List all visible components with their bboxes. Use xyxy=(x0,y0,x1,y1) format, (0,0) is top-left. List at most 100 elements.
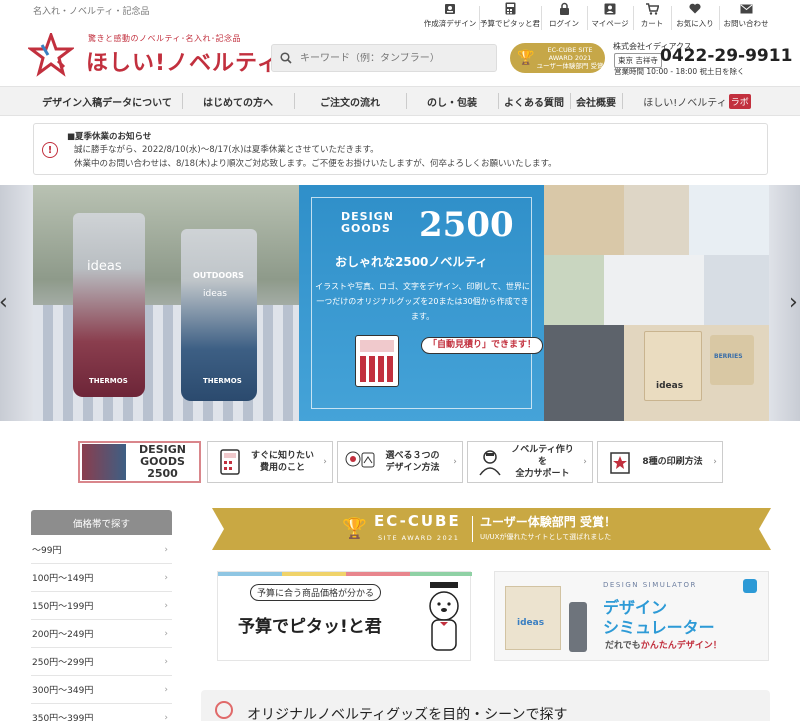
alert-icon: ! xyxy=(42,142,58,158)
util-favorites[interactable]: お気に入り xyxy=(672,2,718,34)
simulator-label: DESIGN SIMULATOR xyxy=(603,581,697,589)
chevron-right-icon: › xyxy=(164,628,168,639)
util-login[interactable]: ログイン xyxy=(542,2,586,34)
price-range-item[interactable]: 150円～199円 › xyxy=(31,592,172,620)
search-input[interactable] xyxy=(300,52,490,64)
design-simulator-banner[interactable]: ideas DESIGN SIMULATOR デザイン シミュレーター だれでも… xyxy=(494,571,769,661)
price-range-item[interactable]: 300円～349円 › xyxy=(31,676,172,704)
wood-goods-image xyxy=(544,185,624,255)
site-tagline: 名入れ・ノベルティ・記念品 xyxy=(33,7,150,17)
stripe-blue xyxy=(218,572,282,576)
feature-label: DESIGN GOODS 2500 xyxy=(139,443,186,480)
lock-icon xyxy=(558,2,571,15)
logo-text[interactable]: ほしい!ノベルティ xyxy=(86,45,280,77)
chevron-right-icon: › xyxy=(164,712,168,721)
tumbler-blue-image xyxy=(181,229,257,401)
notice-box: ! ■夏季休業のお知らせ 誠に勝手ながら、2022/8/10(水)～8/17(水… xyxy=(33,123,768,175)
nav-labo[interactable]: ほしい!ノベルティ ラボ xyxy=(623,87,771,115)
nav-faq[interactable]: よくある質問 xyxy=(499,87,569,115)
tumbler-blue-label: THERMOS xyxy=(203,377,242,385)
price-range-label: 200円～249円 xyxy=(32,630,94,640)
hero-design-goods-panel[interactable]: DESIGN GOODS 2500 おしゃれな2500ノベルティ イラストや写真… xyxy=(299,185,544,421)
notice-line1: 誠に勝手ながら、2022/8/10(水)～8/17(水)は夏季休業とさせていただ… xyxy=(74,145,379,155)
feature-design-goods[interactable]: DESIGN GOODS 2500 xyxy=(78,441,201,483)
chevron-right-icon: › xyxy=(453,457,457,467)
util-designs[interactable]: 作成済デザイン xyxy=(422,2,478,34)
hero-next-arrow[interactable]: › xyxy=(789,290,798,315)
feature-design-method[interactable]: 選べる３つの デザイン方法 › xyxy=(337,441,463,483)
calculator-illustration-icon xyxy=(355,335,399,387)
util-contact[interactable]: お問い合わせ xyxy=(720,2,772,34)
chevron-right-icon: › xyxy=(164,684,168,695)
sim-tote-text: ideas xyxy=(517,618,545,628)
util-budget-label: 予算でピタッと君 xyxy=(480,19,540,28)
price-range-item[interactable]: 350円～399円 › xyxy=(31,704,172,721)
feature-support[interactable]: ノベルティ作りを 全力サポート › xyxy=(467,441,593,483)
stripe-red xyxy=(346,572,410,576)
tumbler-red-image xyxy=(73,213,145,397)
price-range-item[interactable]: 200円～249円 › xyxy=(31,620,172,648)
util-mypage[interactable]: マイページ xyxy=(588,2,632,34)
user-icon xyxy=(604,2,617,15)
nav-company[interactable]: 会社概要 xyxy=(571,87,621,115)
price-range-label: 250円～299円 xyxy=(32,658,94,668)
hero-subtitle: おしゃれな2500ノベルティ xyxy=(335,255,488,269)
feature-label: 8種の印刷方法 xyxy=(642,457,703,467)
chevron-right-icon: › xyxy=(713,457,717,467)
calculator-icon xyxy=(213,445,247,479)
nav-design-data[interactable]: デザイン入稿データについて xyxy=(33,87,181,115)
price-range-item[interactable]: 250円～299円 › xyxy=(31,648,172,676)
ec-cube-award-banner[interactable]: 🏆 EC-CUBE SITE AWARD 2021 ユーザー体験部門 受賞！ U… xyxy=(212,508,771,550)
price-range-item[interactable]: 100円～149円 › xyxy=(31,564,172,592)
simulator-line3-b: かんたんデザイン！ xyxy=(640,641,722,651)
nav-first-time[interactable]: はじめての方へ xyxy=(183,87,293,115)
lightbulb-icon xyxy=(215,701,233,719)
design-goods-number: 2500 xyxy=(419,205,514,245)
nav-noshi[interactable]: のし・包装 xyxy=(407,87,497,115)
budget-pitatto-banner[interactable]: 予算に合う商品価格が分かる 予算でピタッ!と君 xyxy=(217,571,472,661)
award-line2: AWARD 2021 xyxy=(548,54,592,62)
tote2-text: BERRIES xyxy=(714,353,743,360)
battery-image xyxy=(544,325,624,421)
price-range-item[interactable]: ～99円 › xyxy=(31,536,172,564)
feature-label: 選べる３つの デザイン方法 xyxy=(385,451,440,473)
search-icon[interactable] xyxy=(280,49,292,68)
price-range-label: 300円～349円 xyxy=(32,686,94,696)
search-bar[interactable] xyxy=(271,44,497,72)
tumbler-red-label: THERMOS xyxy=(89,377,128,385)
price-filter-heading: 価格帯で探す xyxy=(31,510,172,535)
price-range-label: 100円～149円 xyxy=(32,574,94,584)
util-cart[interactable]: カート xyxy=(634,2,670,34)
util-budget[interactable]: 予算でピタッと君 xyxy=(480,2,540,34)
feature-cost[interactable]: すぐに知りたい 費用のこと › xyxy=(207,441,333,483)
tumbler-blue-brand: OUTDOORS xyxy=(193,271,244,280)
cart-icon xyxy=(645,2,659,15)
auto-estimate-bubble: 「自動見積り」できます！ xyxy=(421,337,544,354)
phone-number[interactable]: 0422-29-9911 xyxy=(660,46,792,66)
price-range-label: 150円～199円 xyxy=(32,602,94,612)
award-badge: 🏆 EC-CUBE SITE AWARD 2021 ユーザー体験部門 受賞 xyxy=(510,43,605,73)
calculator-icon xyxy=(504,2,517,15)
tote-text: ideas xyxy=(656,381,684,391)
util-cart-label: カート xyxy=(640,19,664,28)
mail-icon xyxy=(740,2,753,15)
budget-banner-sub: 予算に合う商品価格が分かる xyxy=(250,584,382,601)
logo-star-icon[interactable] xyxy=(26,30,76,77)
feature-print-methods[interactable]: 8種の印刷方法 › xyxy=(597,441,723,483)
hero-products-collage[interactable]: ideas BERRIES xyxy=(544,185,769,421)
business-hours: 営業時間 10:00 - 18:00 祝土日を除く xyxy=(614,67,745,76)
print-icon xyxy=(603,445,637,479)
util-login-label: ログイン xyxy=(549,19,579,28)
hero-prev-arrow[interactable]: ‹ xyxy=(0,290,8,315)
price-range-label: 350円～399円 xyxy=(32,714,94,721)
util-designs-label: 作成済デザイン xyxy=(423,19,477,28)
nav-order-flow[interactable]: ご注文の流れ xyxy=(295,87,405,115)
hero-bottles-image[interactable]: ideas THERMOS OUTDOORS ideas THERMOS xyxy=(33,185,299,421)
chevron-right-icon: › xyxy=(323,457,327,467)
bottle-image xyxy=(569,602,587,652)
chevron-right-icon: › xyxy=(164,656,168,667)
hero-description: イラストや写真、ロゴ、文字をデザイン、印刷して、世界に一つだけのオリジナルグッズ… xyxy=(315,282,530,321)
tumbler-red-brand: ideas xyxy=(87,259,122,274)
ribbon-divider xyxy=(472,516,473,542)
simulator-logo-icon xyxy=(743,579,757,593)
